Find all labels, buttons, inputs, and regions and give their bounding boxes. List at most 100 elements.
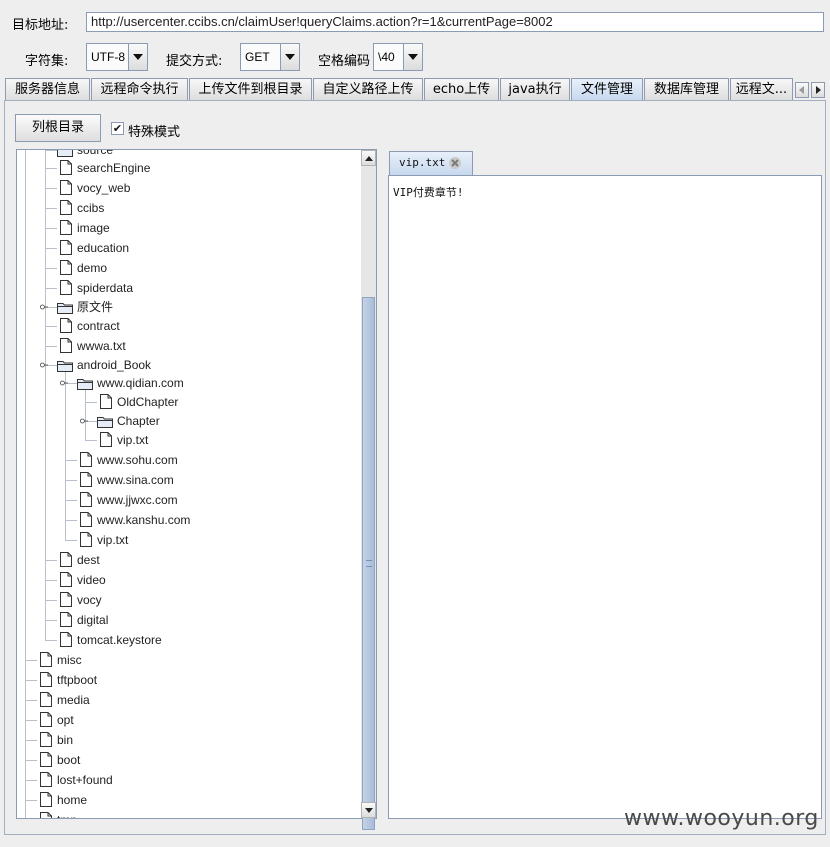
file-icon [60, 260, 72, 275]
tree-node-label: source [77, 149, 114, 157]
tree-file-node[interactable]: misc [17, 650, 357, 670]
tab-upload-root[interactable]: 上传文件到根目录 [189, 78, 312, 100]
tree-file-node[interactable]: media [17, 690, 357, 710]
tree-node-label: bin [57, 733, 74, 747]
charset-value: UTF-8 [91, 50, 125, 64]
chevron-down-icon[interactable] [128, 44, 147, 70]
file-icon [40, 792, 52, 807]
tree-file-node[interactable]: tomcat.keystore [17, 630, 357, 650]
tree-file-node[interactable]: digital [17, 610, 357, 630]
file-icon [60, 220, 72, 235]
tree-file-node[interactable]: opt [17, 710, 357, 730]
tree-file-node[interactable]: wwwa.txt [17, 336, 357, 356]
file-icon [60, 572, 72, 587]
tree-file-node[interactable]: www.sohu.com [17, 450, 357, 470]
tree-file-node[interactable]: vip.txt [17, 430, 357, 450]
tree-file-node[interactable]: vocy_web [17, 178, 357, 198]
tree-folder-node[interactable]: Chapter [17, 411, 357, 431]
list-root-button[interactable]: 列根目录 [15, 114, 101, 142]
file-icon [40, 672, 52, 687]
tree-scrollbar[interactable] [361, 149, 377, 830]
tab-remote-command[interactable]: 远程命令执行 [91, 78, 188, 100]
file-icon [60, 180, 72, 195]
tree-folder-node[interactable]: android_Book [17, 355, 357, 375]
tree-node-label: home [57, 793, 88, 807]
file-icon [60, 552, 72, 567]
tab-file-manager[interactable]: 文件管理 [571, 78, 643, 100]
tree-file-node[interactable]: bin [17, 730, 357, 750]
chevron-down-icon[interactable] [403, 44, 422, 70]
tree-folder-node[interactable]: 原文件 [17, 297, 357, 317]
tree-file-node[interactable]: image [17, 218, 357, 238]
folder-icon [57, 150, 73, 157]
tree-node-label: demo [77, 261, 108, 275]
charset-select[interactable]: UTF-8 [86, 43, 148, 71]
tree-node-label: www.kanshu.com [97, 513, 191, 527]
tree-node-label: www.qidian.com [97, 376, 184, 390]
tree-node-label: tmp [57, 812, 77, 818]
expand-toggle-icon[interactable] [40, 361, 48, 369]
special-mode-label: 特殊模式 [128, 125, 181, 140]
tree-file-node[interactable]: www.kanshu.com [17, 510, 357, 530]
scrollbar-thumb[interactable] [362, 297, 375, 830]
tab-scroll-left-icon[interactable] [795, 82, 809, 98]
tree-file-node[interactable]: vocy [17, 590, 357, 610]
tree-file-node[interactable]: tmp [17, 810, 357, 818]
tree-file-node[interactable]: www.sina.com [17, 470, 357, 490]
tab-remote-file[interactable]: 远程文... [730, 78, 793, 100]
scroll-down-icon[interactable] [361, 802, 376, 818]
file-icon [60, 160, 72, 175]
folder-icon [77, 379, 93, 390]
tree-file-node[interactable]: vip.txt [17, 530, 357, 550]
tree-node-label: tftpboot [57, 673, 98, 687]
chevron-down-icon[interactable] [280, 44, 299, 70]
close-icon[interactable] [448, 156, 462, 170]
file-icon [100, 432, 112, 447]
tab-database-manager[interactable]: 数据库管理 [644, 78, 729, 100]
tree-file-node[interactable]: education [17, 238, 357, 258]
tab-java-exec[interactable]: java执行 [500, 78, 570, 100]
tree-file-node[interactable]: OldChapter [17, 392, 357, 412]
space-encoding-label: 空格编码 [318, 54, 371, 69]
tab-custom-upload[interactable]: 自定义路径上传 [313, 78, 423, 100]
expand-toggle-icon[interactable] [60, 379, 68, 387]
editor-tab-vip-txt[interactable]: vip.txt [389, 151, 473, 175]
tree-node-label: contract [77, 319, 120, 333]
special-mode-checkbox[interactable]: ✔ [111, 122, 124, 135]
file-icon [60, 338, 72, 353]
method-select[interactable]: GET [240, 43, 300, 71]
tree-file-node[interactable]: video [17, 570, 357, 590]
tree-file-node[interactable]: searchEngine [17, 158, 357, 178]
tree-node-label: Chapter [117, 414, 160, 428]
tree-file-node[interactable]: ccibs [17, 198, 357, 218]
tree-file-node[interactable]: boot [17, 750, 357, 770]
file-icon [80, 492, 92, 507]
tree-file-node[interactable]: demo [17, 258, 357, 278]
tree-node-label: media [57, 693, 90, 707]
tree-node-label: wwwa.txt [77, 339, 126, 353]
target-url-input[interactable]: http://usercenter.ccibs.cn/claimUser!que… [86, 12, 824, 32]
tree-file-node[interactable]: www.jjwxc.com [17, 490, 357, 510]
file-tree[interactable]: source searchEngine vocy_webccibs image educ… [16, 149, 362, 819]
tree-file-node[interactable]: lost+found [17, 770, 357, 790]
tab-server-info[interactable]: 服务器信息 [5, 78, 90, 100]
tree-node-label: www.sohu.com [97, 453, 178, 467]
tab-echo-upload[interactable]: echo上传 [424, 78, 499, 100]
tree-folder-node[interactable]: www.qidian.com [17, 373, 357, 393]
file-icon [40, 732, 52, 747]
tree-file-node[interactable]: dest [17, 550, 357, 570]
scroll-up-icon[interactable] [361, 150, 376, 166]
tree-file-node[interactable]: home [17, 790, 357, 810]
tree-file-node[interactable]: spiderdata [17, 278, 357, 298]
tree-file-node[interactable]: tftpboot [17, 670, 357, 690]
tree-node-label: www.sina.com [97, 473, 174, 487]
space-encoding-select[interactable]: \40 [373, 43, 423, 71]
tree-node-label: video [77, 573, 106, 587]
file-content-editor[interactable]: VIP付费章节! [388, 175, 822, 819]
tree-node-label: ccibs [77, 201, 105, 215]
tree-file-node[interactable]: contract [17, 316, 357, 336]
tab-scroll-right-icon[interactable] [811, 82, 825, 98]
folder-icon [57, 303, 73, 314]
expand-toggle-icon[interactable] [40, 303, 48, 311]
expand-toggle-icon[interactable] [80, 417, 88, 425]
